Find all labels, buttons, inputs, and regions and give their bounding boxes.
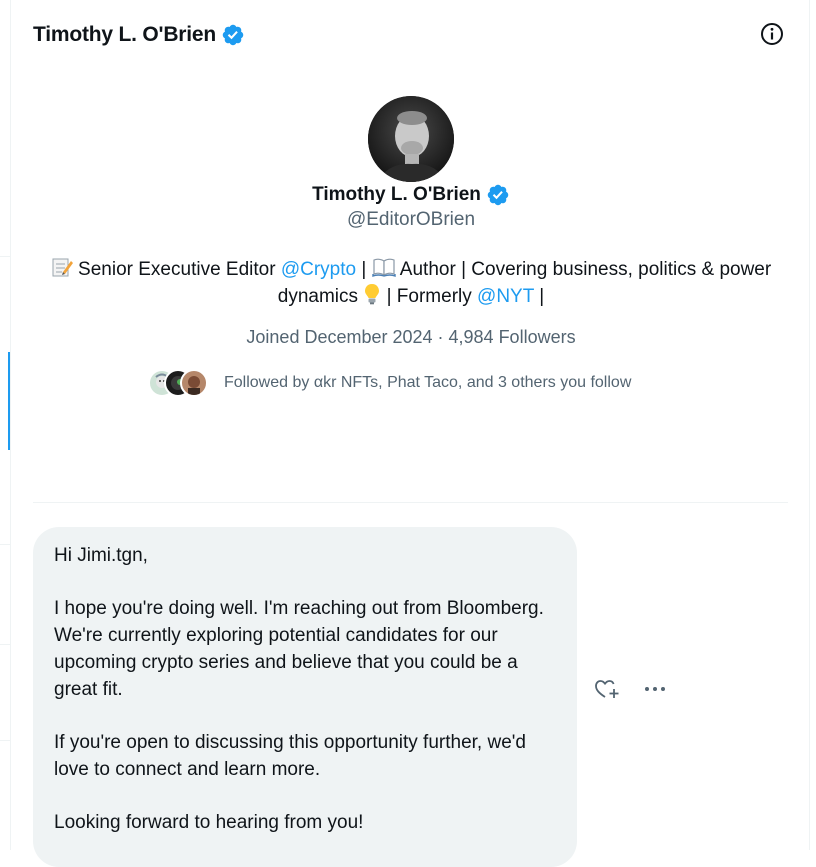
profile-handle: @EditorOBrien [346,209,476,230]
left-panel-divider [0,256,10,257]
header-name: Timothy L. O'Brien [33,23,217,46]
message-bubble[interactable]: Hi Jimi.tgn, I hope you're doing well. I… [33,527,577,867]
message-paragraph: I hope you're doing well. I'm reaching o… [54,598,544,700]
open-book-icon [371,258,396,278]
bio-text-2: | [356,259,372,280]
profile-bio: Senior Executive Editor @Crypto | Author… [48,256,774,310]
follower-avatars [148,369,208,397]
bio-text-5: | [533,286,545,307]
profile-name: Timothy L. O'Brien [312,184,481,205]
info-icon[interactable] [759,21,785,47]
profile-name-row[interactable]: Timothy L. O'Brien [0,180,816,210]
left-panel-divider [0,644,10,645]
followed-by-text: Followed by αkr NFTs, Phat Taco, and 3 o… [224,374,632,391]
avatar[interactable] [368,96,454,182]
section-divider [33,502,788,503]
left-panel-divider [0,544,10,545]
heart-plus-icon[interactable] [594,678,620,700]
light-bulb-icon [365,284,380,305]
joined-followers: Joined December 2024 · 4,984 Followers [246,327,576,347]
message-closing: Looking forward to hearing from you! [54,812,364,833]
bio-mention-nyt[interactable]: @NYT [477,286,534,307]
bio-mention-crypto[interactable]: @Crypto [281,259,356,280]
more-dots-icon[interactable] [642,678,668,700]
bio-text-4: | Formerly [381,286,478,307]
message-greeting: Hi Jimi.tgn, [54,545,148,566]
left-panel-divider [0,740,10,741]
panel-border [809,0,810,850]
message-paragraph: If you're open to discussing this opport… [54,732,526,780]
memo-icon [52,258,73,277]
avatar-photo [368,96,454,182]
follower-avatar [180,369,208,397]
followed-by[interactable]: Followed by αkr NFTs, Phat Taco, and 3 o… [148,366,631,400]
selected-conversation-indicator [8,352,10,450]
conversation-header[interactable]: Timothy L. O'Brien [33,20,245,50]
verified-badge-icon [222,24,244,46]
bio-text-1: Senior Executive Editor [72,259,281,280]
verified-badge-icon [487,184,509,206]
